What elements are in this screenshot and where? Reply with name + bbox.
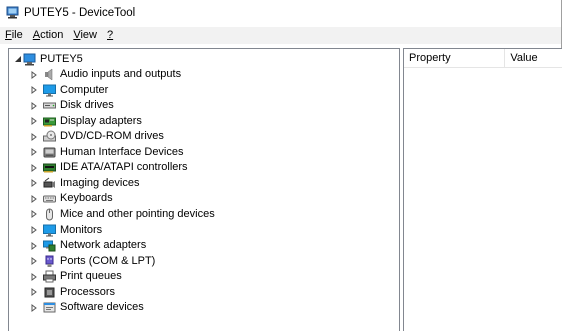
- speaker-icon: [45, 68, 53, 81]
- tree-item[interactable]: Imaging devices: [29, 176, 140, 191]
- tree-item-label: DVD/CD-ROM drives: [60, 130, 164, 143]
- expand-arrow-icon[interactable]: [29, 254, 39, 269]
- tree-item-label: Disk drives: [60, 99, 114, 112]
- menu-item-help[interactable]: ?: [102, 27, 118, 44]
- device-manager-icon: [6, 6, 19, 19]
- tree-item-label: Human Interface Devices: [60, 145, 184, 158]
- expand-arrow-icon[interactable]: [29, 223, 39, 238]
- tree-root-label: PUTEY5: [40, 53, 83, 65]
- computer-icon: [23, 53, 36, 66]
- disk-drive-icon: [43, 102, 56, 109]
- port-icon: [45, 255, 54, 267]
- tree-root-node[interactable]: PUTEY5: [13, 52, 83, 67]
- expand-arrow-icon[interactable]: [29, 129, 39, 144]
- expand-arrow-icon[interactable]: [29, 300, 39, 315]
- tree-item-label: Monitors: [60, 223, 103, 236]
- expand-arrow-icon[interactable]: [29, 238, 39, 253]
- tree-item[interactable]: Software devices: [29, 300, 144, 315]
- tree-item-label: IDE ATA/ATAPI controllers: [60, 161, 188, 174]
- tree-item[interactable]: Print queues: [29, 269, 122, 284]
- expand-arrow-icon[interactable]: [29, 114, 39, 129]
- printer-icon: [43, 270, 56, 283]
- tree-item[interactable]: Disk drives: [29, 98, 114, 113]
- tree-item-label: Ports (COM & LPT): [60, 254, 156, 267]
- display-adapter-icon: [43, 117, 56, 127]
- menu-item-view[interactable]: View: [68, 27, 102, 44]
- menu-bar: File Action View?: [0, 27, 561, 44]
- expand-arrow-icon[interactable]: [29, 191, 39, 206]
- device-tree[interactable]: PUTEY5 Audio inputs and outputs Computer Di…: [8, 48, 400, 331]
- expand-arrow-icon[interactable]: [29, 207, 39, 222]
- dvd-drive-icon: [43, 130, 56, 142]
- tree-item[interactable]: Mice and other pointing devices: [29, 207, 215, 222]
- tree-item-label: Print queues: [60, 270, 122, 283]
- tree-item[interactable]: Display adapters: [29, 114, 142, 129]
- tree-item[interactable]: Computer: [29, 83, 108, 98]
- expand-arrow-icon[interactable]: [29, 176, 39, 191]
- tree-item-label: Processors: [60, 285, 116, 298]
- expand-arrow-icon[interactable]: [29, 285, 39, 300]
- tree-item[interactable]: Ports (COM & LPT): [29, 254, 155, 269]
- expand-arrow-icon[interactable]: [29, 83, 39, 98]
- monitor-icon: [43, 224, 56, 236]
- tree-item[interactable]: Network adapters: [29, 238, 146, 253]
- title-bar[interactable]: PUTEY5 - DeviceTool: [0, 0, 561, 27]
- tree-item-label: Network adapters: [60, 239, 147, 252]
- properties-header: Property Value: [404, 49, 562, 68]
- network-adapter-icon: [43, 240, 56, 252]
- expand-arrow-icon[interactable]: [29, 160, 39, 175]
- window-title: PUTEY5 - DeviceTool: [24, 7, 136, 19]
- column-header-property[interactable]: Property: [404, 49, 506, 68]
- expand-arrow-icon[interactable]: [29, 67, 39, 82]
- tree-item[interactable]: DVD/CD-ROM drives: [29, 129, 164, 144]
- device-tool-window: PUTEY5 - DeviceTool File Action View? PUTE…: [0, 0, 562, 331]
- menu-item-file[interactable]: File: [0, 27, 28, 44]
- software-device-icon: [43, 302, 56, 313]
- tree-item-label: Software devices: [60, 301, 144, 314]
- expand-arrow-icon[interactable]: [29, 98, 39, 113]
- tree-item-label: Mice and other pointing devices: [60, 207, 215, 220]
- tree-item[interactable]: Processors: [29, 285, 115, 300]
- expand-arrow-icon[interactable]: [29, 269, 39, 284]
- tree-item[interactable]: Keyboards: [29, 191, 113, 206]
- mouse-icon: [46, 208, 53, 221]
- keyboard-icon: [43, 195, 56, 203]
- tree-item-label: Display adapters: [60, 114, 142, 127]
- hid-icon: [43, 147, 56, 158]
- column-header-value[interactable]: Value: [505, 49, 562, 68]
- tree-item[interactable]: Human Interface Devices: [29, 145, 184, 160]
- tree-item[interactable]: Audio inputs and outputs: [29, 67, 181, 82]
- properties-pane[interactable]: Property Value: [403, 48, 562, 331]
- tree-item[interactable]: IDE ATA/ATAPI controllers: [29, 160, 188, 175]
- processor-icon: [44, 287, 55, 298]
- ide-controller-icon: [43, 163, 56, 173]
- camera-icon: [43, 177, 55, 188]
- tree-item-label: Computer: [60, 83, 109, 96]
- tree-item-label: Audio inputs and outputs: [60, 68, 182, 80]
- menu-item-action[interactable]: Action: [28, 27, 69, 44]
- tree-item-label: Keyboards: [60, 192, 113, 205]
- tree-item-label: Imaging devices: [60, 176, 140, 189]
- expand-arrow-icon[interactable]: [29, 145, 39, 160]
- collapse-arrow-icon[interactable]: [13, 52, 23, 67]
- monitor-icon: [43, 84, 56, 97]
- tree-item[interactable]: Monitors: [29, 223, 102, 238]
